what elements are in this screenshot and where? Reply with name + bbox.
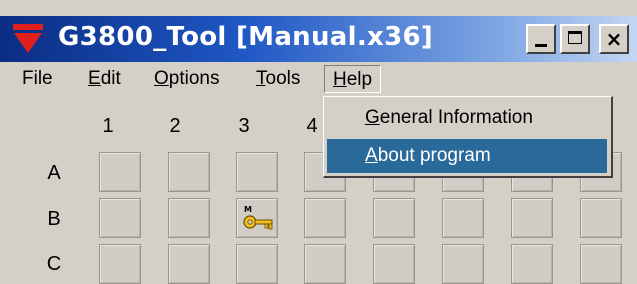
menu-file-label: File (22, 68, 53, 89)
grid-cell-c1[interactable] (99, 244, 141, 284)
grid-cell-a3[interactable] (236, 152, 278, 192)
menu-options-label: ptions (168, 68, 220, 89)
title-bar[interactable]: G3800_Tool [Manual.x36] × (0, 16, 637, 62)
grid-cell-b2[interactable] (168, 198, 210, 238)
menu-edit-label: dit (100, 68, 121, 89)
help-dropdown-menu: General Information About program (323, 96, 613, 178)
grid-cell-c6[interactable] (442, 244, 484, 284)
menu-options[interactable]: Options (146, 65, 227, 93)
menu-file[interactable]: File (14, 65, 61, 93)
menu-edit-accel: E (88, 68, 101, 89)
key-icon: M (243, 205, 273, 230)
grid-cell-c5[interactable] (373, 244, 415, 284)
minimize-button[interactable] (526, 24, 556, 54)
row-label-a: A (47, 162, 61, 184)
menu-tools-label: ools (265, 68, 301, 89)
menu-bar: File Edit Options Tools Help (0, 62, 637, 96)
grid-cell-b4[interactable] (304, 198, 346, 238)
menu-item-general-information[interactable]: General Information (327, 101, 607, 135)
grid-cell-a1[interactable] (99, 152, 141, 192)
app-window: G3800_Tool [Manual.x36] × File Edit Opti… (0, 0, 637, 284)
key-badge-label: M (244, 205, 252, 214)
menu-tools-accel: T (256, 68, 266, 89)
column-label-4: 4 (306, 115, 318, 137)
grid-cell-b7[interactable] (511, 198, 553, 238)
menu-item-about-program[interactable]: About program (327, 139, 607, 173)
menu-options-accel: O (154, 68, 169, 89)
menu-tools[interactable]: Tools (248, 65, 308, 93)
menu-help[interactable]: Help (324, 65, 382, 93)
general-information-label: eneral Information (379, 107, 533, 128)
menu-help-accel: H (333, 69, 347, 90)
menu-edit[interactable]: Edit (80, 65, 129, 93)
close-icon: × (605, 27, 623, 51)
menu-help-label: elp (346, 69, 373, 90)
grid-cell-c3[interactable] (236, 244, 278, 284)
general-information-accel: G (365, 107, 380, 128)
grid-cell-b1[interactable] (99, 198, 141, 238)
grid-cell-b6[interactable] (442, 198, 484, 238)
grid-cell-b5[interactable] (373, 198, 415, 238)
grid-cell-b8[interactable] (580, 198, 622, 238)
app-logo-icon[interactable] (12, 23, 44, 55)
row-label-c: C (46, 253, 62, 275)
grid-cell-a2[interactable] (168, 152, 210, 192)
column-label-3: 3 (238, 115, 250, 137)
maximize-button[interactable] (560, 24, 590, 54)
window-title: G3800_Tool [Manual.x36] (58, 22, 434, 52)
column-label-2: 2 (169, 115, 181, 137)
grid-cell-c4[interactable] (304, 244, 346, 284)
close-button[interactable]: × (599, 24, 629, 54)
row-label-b: B (47, 208, 61, 230)
grid-cell-c2[interactable] (168, 244, 210, 284)
column-label-1: 1 (102, 115, 114, 137)
about-program-label: bout program (377, 145, 491, 166)
about-program-accel: A (365, 145, 378, 166)
grid-cell-c8[interactable] (580, 244, 622, 284)
grid-cell-b3[interactable]: M (236, 198, 278, 238)
grid-cell-c7[interactable] (511, 244, 553, 284)
